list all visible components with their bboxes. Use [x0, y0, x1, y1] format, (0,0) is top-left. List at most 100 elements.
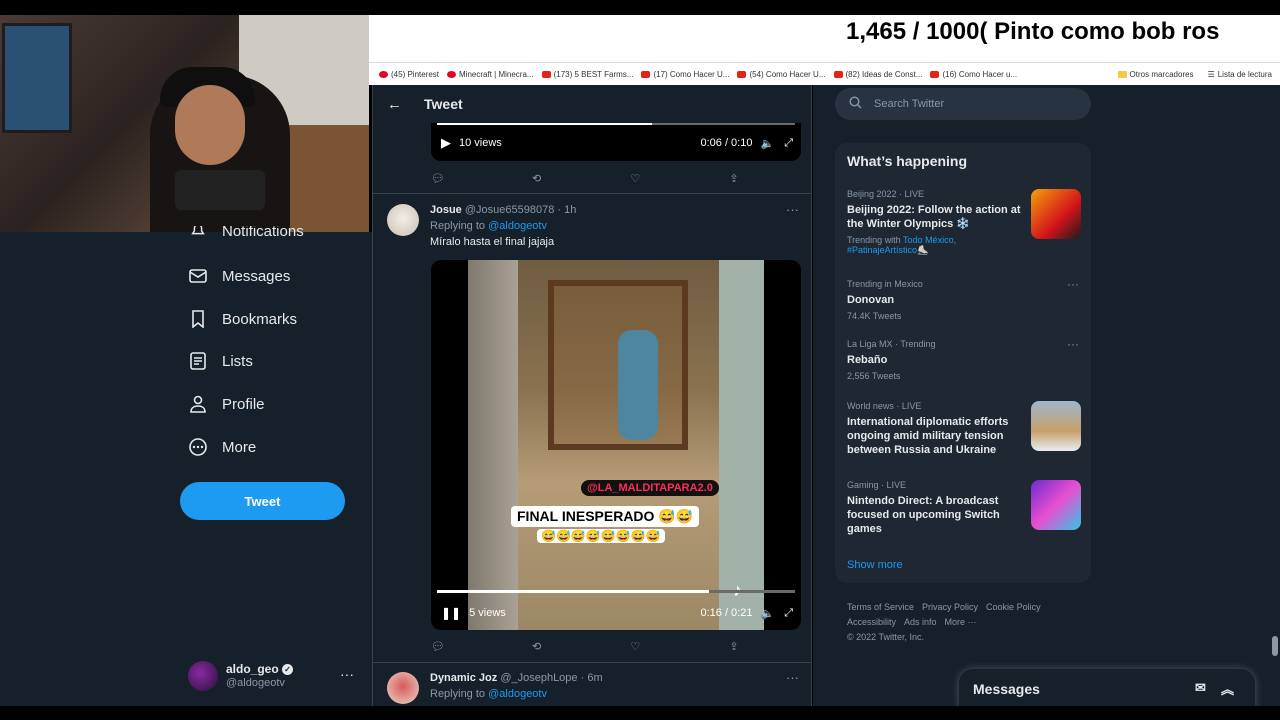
- trend-more-icon[interactable]: ···: [1067, 337, 1079, 351]
- trend-thumbnail: [1031, 401, 1081, 451]
- pinterest-icon: [447, 70, 457, 78]
- video-controls: ❚❚ 5 views 0:16 / 0:21 🔈 ⤢: [441, 606, 793, 620]
- page-title: Tweet: [424, 96, 463, 112]
- webcam-streamer-face: [175, 85, 245, 165]
- bookmark-item[interactable]: (17) Como Hacer U...: [641, 70, 729, 79]
- avatar: [188, 661, 218, 691]
- trend-item[interactable]: La Liga MX · Trending Rebaño 2,556 Tweet…: [847, 337, 1081, 381]
- other-bookmarks[interactable]: Otros marcadores: [1117, 70, 1194, 79]
- tweet-text: Míralo hasta el final jajaja: [430, 236, 555, 248]
- reply-icon[interactable]: 💬︎: [431, 171, 445, 185]
- bookmarks-right: Otros marcadores ☰ Lista de lectura: [1117, 63, 1272, 85]
- retweet-icon[interactable]: ⟲: [530, 171, 544, 185]
- search-icon: [849, 96, 862, 112]
- pause-icon[interactable]: ❚❚: [441, 606, 461, 620]
- bookmark-item[interactable]: (173) 5 BEST Farms...: [541, 70, 633, 79]
- tweet-dynamic-joz[interactable]: Dynamic Joz @_JosephLope · 6m Replying t…: [387, 670, 807, 706]
- like-icon[interactable]: ♡: [628, 639, 642, 653]
- nav-bookmarks[interactable]: Bookmarks: [188, 309, 297, 329]
- bookmark-item[interactable]: (45) Pinterest: [379, 70, 439, 79]
- more-circle-icon: [188, 437, 208, 457]
- nav-messages[interactable]: Messages: [188, 266, 290, 286]
- video-frame: [468, 260, 764, 630]
- account-more-icon[interactable]: ···: [340, 666, 354, 682]
- retweet-icon[interactable]: ⟲: [530, 639, 544, 653]
- share-icon[interactable]: ⇪: [727, 639, 741, 653]
- mention-link[interactable]: @aldogeotv: [488, 220, 547, 232]
- chevron-up-icon[interactable]: ︽: [1221, 679, 1234, 698]
- nav-notifications[interactable]: Notifications: [188, 226, 304, 240]
- account-switcher[interactable]: aldo_geo ✓ @aldogeotv ···: [188, 658, 358, 694]
- nav-more[interactable]: More: [188, 437, 256, 457]
- search-input[interactable]: [874, 98, 1074, 110]
- video-player[interactable]: @LA_MALDITAPARA2.0 FINAL INESPERADO 😅😅 😅…: [431, 260, 801, 630]
- trend-item[interactable]: Beijing 2022 · LIVE Beijing 2022: Follow…: [847, 189, 1081, 256]
- footer-link[interactable]: Privacy Policy: [922, 602, 978, 612]
- trend-item[interactable]: World news · LIVE International diplomat…: [847, 401, 1081, 457]
- trend-item[interactable]: Trending in Mexico Donovan 74.4K Tweets …: [847, 277, 1081, 321]
- video-caption: FINAL INESPERADO 😅😅: [511, 506, 700, 527]
- copyright: © 2022 Twitter, Inc.: [847, 632, 925, 642]
- bookmark-item[interactable]: (54) Como Hacer U...: [737, 70, 826, 79]
- video-views: 10 views: [459, 137, 502, 149]
- reading-list-icon: ☰: [1207, 69, 1215, 79]
- account-handle: @aldogeotv: [226, 677, 285, 689]
- bookmarks-bar: (45) Pinterest Minecraft | Minecra... (1…: [369, 63, 1280, 85]
- share-icon[interactable]: ⇪: [727, 171, 741, 185]
- reading-list[interactable]: ☰ Lista de lectura: [1208, 70, 1272, 79]
- show-more-link[interactable]: Show more: [847, 559, 903, 571]
- video-wall-left: [468, 260, 518, 630]
- trend-item[interactable]: Gaming · LIVE Nintendo Direct: A broadca…: [847, 480, 1081, 536]
- youtube-icon: [930, 70, 940, 78]
- tweet-josue[interactable]: Josue @Josue65598078 · 1h Replying to @a…: [387, 202, 807, 254]
- tweet-button[interactable]: Tweet: [180, 482, 345, 520]
- video-emojis: 😅😅😅😅😅😅😅😅: [537, 529, 665, 543]
- play-icon[interactable]: ▶: [441, 135, 451, 151]
- youtube-icon: [737, 70, 747, 78]
- webcam-microphone: [175, 170, 265, 210]
- account-name: aldo_geo ✓: [226, 662, 294, 676]
- volume-icon[interactable]: 🔈: [760, 137, 774, 150]
- footer-link[interactable]: Ads info: [904, 617, 937, 627]
- bookmark-icon: [188, 309, 208, 329]
- right-sidebar: What’s happening Beijing 2022 · LIVE Bei…: [813, 85, 1280, 709]
- folder-icon: [1117, 70, 1127, 78]
- webcam-overlay: [0, 15, 369, 232]
- tweet-more-icon[interactable]: ···: [786, 670, 799, 685]
- messages-dock[interactable]: Messages ✉︎ ︽: [959, 669, 1255, 709]
- avatar[interactable]: [387, 672, 419, 704]
- trend-more-icon[interactable]: ···: [1067, 277, 1079, 291]
- bookmark-item[interactable]: (82) Ideas de Const...: [833, 70, 922, 79]
- video-person: [618, 330, 658, 440]
- video-progress[interactable]: [437, 590, 795, 593]
- footer-link[interactable]: More ···: [945, 617, 977, 627]
- tweet-author: Josue @Josue65598078 · 1h: [430, 204, 577, 216]
- search-box[interactable]: [835, 88, 1091, 120]
- bookmark-item[interactable]: Minecraft | Minecra...: [447, 70, 534, 79]
- avatar[interactable]: [387, 204, 419, 236]
- footer-link[interactable]: Accessibility: [847, 617, 896, 627]
- nav-profile[interactable]: Profile: [188, 394, 265, 414]
- video-player[interactable]: ▶ 10 views 0:06 / 0:10 🔈 ⤢: [431, 122, 801, 161]
- video-progress-fill: [437, 590, 710, 593]
- new-message-icon[interactable]: ✉︎: [1195, 680, 1206, 696]
- fullscreen-icon[interactable]: ⤢: [784, 137, 793, 150]
- bookmark-item[interactable]: (16) Como Hacer u...: [930, 70, 1017, 79]
- footer-link[interactable]: Cookie Policy: [986, 602, 1041, 612]
- nav-lists[interactable]: Lists: [188, 351, 253, 371]
- reply-icon[interactable]: 💬︎: [431, 639, 445, 653]
- mention-link[interactable]: @aldogeotv: [488, 688, 547, 700]
- verified-icon: ✓: [282, 664, 294, 676]
- fullscreen-icon[interactable]: ⤢: [784, 607, 793, 620]
- youtube-icon: [641, 70, 651, 78]
- page-scrollbar[interactable]: [1272, 636, 1278, 656]
- stream-goal-overlay: 1,465 / 1000( Pinto como bob ros: [843, 15, 1280, 48]
- volume-icon[interactable]: 🔈: [760, 607, 774, 620]
- webcam-wall-picture: [2, 23, 72, 133]
- footer-link[interactable]: Terms of Service: [847, 602, 914, 612]
- video-views: 5 views: [469, 607, 506, 619]
- like-icon[interactable]: ♡: [628, 171, 642, 185]
- tweet-more-icon[interactable]: ···: [786, 202, 799, 217]
- back-arrow-icon[interactable]: ←: [387, 96, 402, 113]
- youtube-icon: [833, 70, 843, 78]
